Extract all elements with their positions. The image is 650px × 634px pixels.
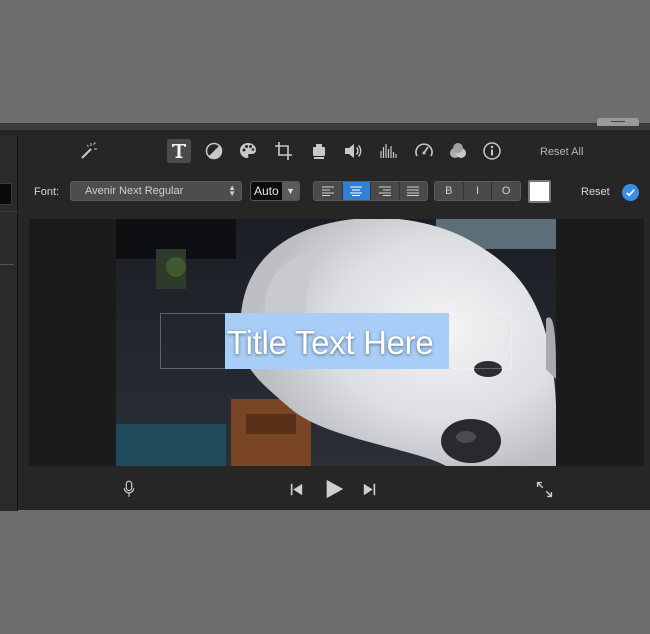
- align-right-icon: [378, 186, 391, 196]
- color-balance-icon[interactable]: [202, 139, 226, 163]
- video-filter-icon[interactable]: [446, 139, 470, 163]
- align-justify-icon: [407, 186, 420, 196]
- text-style-group: B I O: [434, 181, 521, 201]
- window-resize-handle[interactable]: [597, 118, 639, 126]
- apply-checkmark-button[interactable]: [622, 184, 639, 201]
- checkmark-icon: [626, 189, 635, 197]
- equalizer-icon[interactable]: [376, 139, 400, 163]
- sidebar-divider: [0, 264, 14, 265]
- magic-wand-icon[interactable]: [75, 139, 99, 163]
- align-left-button[interactable]: [314, 182, 343, 200]
- title-text-icon[interactable]: [167, 139, 191, 163]
- text-color-well[interactable]: [528, 180, 551, 203]
- reset-all-button[interactable]: Reset All: [540, 146, 583, 158]
- left-sidebar: [0, 136, 18, 511]
- window-top-strip: [0, 124, 650, 130]
- align-center-icon: [350, 186, 363, 196]
- align-left-icon: [321, 186, 334, 196]
- crop-icon[interactable]: [272, 139, 296, 163]
- video-frame[interactable]: Title Text Here: [116, 219, 556, 466]
- font-dropdown-value: Avenir Next Regular: [85, 185, 184, 197]
- reset-button[interactable]: Reset: [581, 186, 610, 198]
- sidebar-field[interactable]: [0, 183, 12, 205]
- sidebar-divider: [0, 211, 18, 212]
- skip-forward-icon[interactable]: [361, 481, 377, 497]
- font-size-value: Auto: [254, 184, 279, 198]
- align-justify-button[interactable]: [399, 182, 427, 200]
- align-center-button[interactable]: [342, 182, 371, 200]
- italic-button[interactable]: I: [463, 182, 493, 200]
- imovie-window: Reset All Font: Avenir Next Regular ▲ ▼ A…: [0, 118, 650, 511]
- chevron-updown-icon: ▲ ▼: [228, 183, 236, 198]
- alignment-group: [313, 181, 428, 201]
- play-icon[interactable]: [322, 477, 346, 501]
- microphone-icon[interactable]: [120, 478, 138, 500]
- align-right-button[interactable]: [371, 182, 400, 200]
- skip-back-icon[interactable]: [288, 481, 304, 497]
- stabilization-camera-icon[interactable]: [307, 139, 331, 163]
- speed-gauge-icon[interactable]: [412, 139, 436, 163]
- font-dropdown[interactable]: Avenir Next Regular ▲ ▼: [70, 181, 242, 201]
- outline-button[interactable]: O: [492, 182, 520, 200]
- title-text[interactable]: Title Text Here: [227, 324, 434, 362]
- color-palette-icon[interactable]: [236, 139, 260, 163]
- chevron-down-icon[interactable]: ▼: [282, 182, 299, 200]
- volume-icon[interactable]: [341, 139, 365, 163]
- title-text-box[interactable]: Title Text Here: [160, 313, 512, 369]
- font-size-field[interactable]: Auto ▼: [250, 181, 300, 201]
- video-viewer: Title Text Here: [29, 219, 644, 466]
- fullscreen-icon[interactable]: [533, 478, 555, 500]
- bold-button[interactable]: B: [435, 182, 464, 200]
- font-label: Font:: [34, 186, 60, 198]
- info-icon[interactable]: [480, 139, 504, 163]
